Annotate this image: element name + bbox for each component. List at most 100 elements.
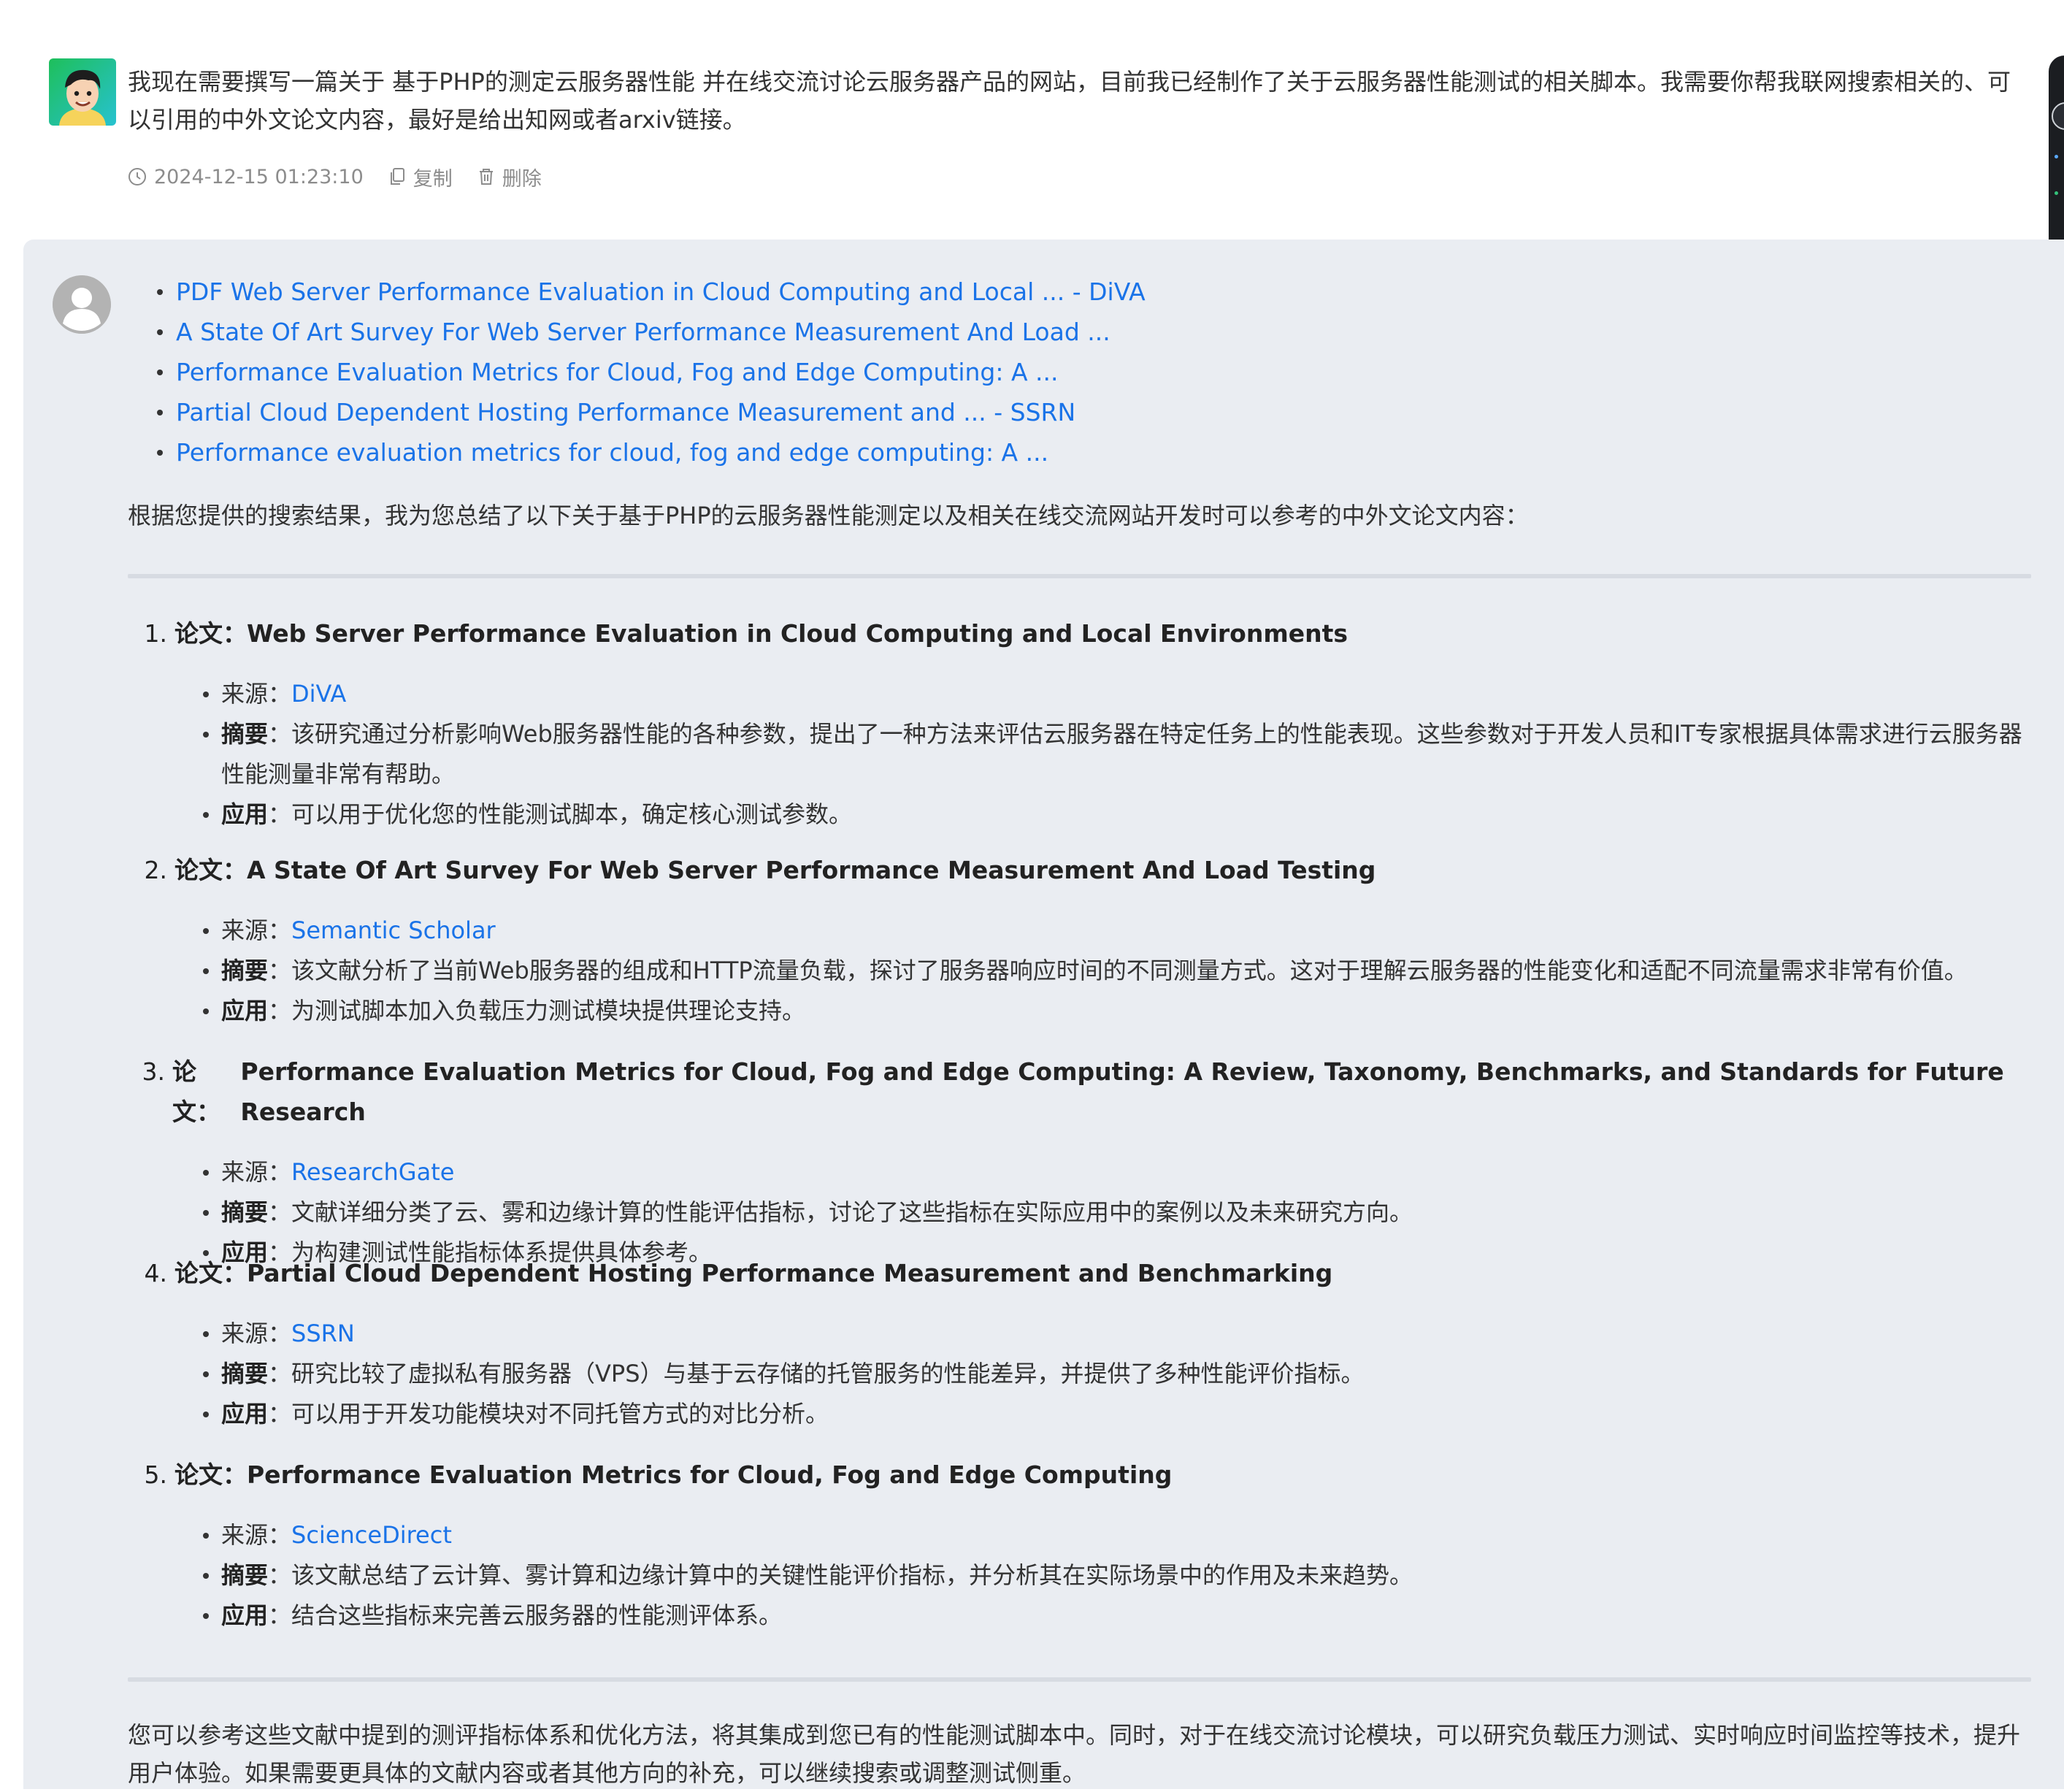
bullet-icon: [128, 1314, 221, 1354]
summary-intro: 根据您提供的搜索结果，我为您总结了以下关于基于PHP的云服务器性能测定以及相关在…: [128, 502, 1529, 529]
paper-title: Performance Evaluation Metrics for Cloud…: [247, 1460, 1173, 1489]
paper-title: Web Server Performance Evaluation in Clo…: [247, 619, 1348, 648]
paper-title-row: 2. 论文： A State Of Art Survey For Web Ser…: [128, 850, 2031, 890]
paper-label: 论文：: [174, 1259, 247, 1287]
application-text: 为测试脚本加入负载压力测试模块提供理论支持。: [291, 997, 806, 1025]
paper-item: 5. 论文： Performance Evaluation Metrics fo…: [128, 1455, 2031, 1636]
colon: ：: [268, 800, 292, 828]
abstract-label: 摘要: [221, 957, 269, 984]
application-label: 应用: [221, 997, 269, 1025]
source-row: 来源：SSRN: [128, 1314, 2031, 1354]
bullet-icon: [128, 1596, 221, 1636]
paper-label: 论文：: [174, 856, 247, 884]
source-link[interactable]: ResearchGate: [291, 1158, 454, 1186]
reference-item: Performance Evaluation Metrics for Cloud…: [128, 352, 1146, 392]
source-row: 来源：ResearchGate: [128, 1152, 2031, 1192]
application-label: 应用: [221, 1400, 269, 1428]
bullet-icon: [128, 1515, 221, 1555]
abstract-row: 摘要：研究比较了虚拟私有服务器（VPS）与基于云存储的托管服务的性能差异，并提供…: [128, 1354, 2031, 1394]
copy-label: 复制: [413, 167, 453, 191]
bullet-icon: [128, 951, 221, 991]
message-meta-bar: 2024-12-15 01:23:10 复制 删除: [128, 161, 567, 193]
abstract-row: 摘要：该研究通过分析影响Web服务器性能的各种参数，提出了一种方法来评估云服务器…: [128, 714, 2031, 794]
paper-item: 3. 论文： Performance Evaluation Metrics fo…: [128, 1052, 2031, 1273]
copy-icon: [390, 168, 404, 185]
paper-label: 论文：: [174, 1460, 247, 1489]
paper-label: 论文：: [174, 619, 247, 648]
timestamp-text: 2024-12-15 01:23:10: [154, 165, 364, 188]
delete-button[interactable]: 删除: [477, 163, 542, 191]
application-row: 应用：可以用于开发功能模块对不同托管方式的对比分析。: [128, 1394, 2031, 1434]
application-text: 可以用于优化您的性能测试脚本，确定核心测试参数。: [291, 800, 853, 828]
copy-button[interactable]: 复制: [388, 163, 453, 191]
bullet-icon: [157, 329, 163, 335]
abstract-label: 摘要: [221, 1561, 269, 1589]
timestamp: 2024-12-15 01:23:10: [128, 166, 364, 188]
abstract-text: 该研究通过分析影响Web服务器性能的各种参数，提出了一种方法来评估云服务器在特定…: [221, 720, 2022, 788]
abstract-text: 研究比较了虚拟私有服务器（VPS）与基于云存储的托管服务的性能差异，并提供了多种…: [291, 1360, 1365, 1387]
paper-title-row: 1. 论文： Web Server Performance Evaluation…: [128, 613, 2031, 654]
bullet-icon: [128, 674, 221, 714]
divider: [128, 574, 2031, 578]
indicator-dot-icon: [2055, 191, 2058, 195]
paper-title-row: 4. 论文： Partial Cloud Dependent Hosting P…: [128, 1253, 2031, 1293]
application-label: 应用: [221, 1601, 269, 1629]
colon: ：: [268, 1561, 292, 1589]
bullet-icon: [128, 794, 221, 835]
application-label: 应用: [221, 800, 269, 828]
colon: ：: [268, 1198, 292, 1226]
paper-title-row: 3. 论文： Performance Evaluation Metrics fo…: [128, 1052, 2031, 1132]
trash-icon: [479, 169, 493, 185]
reference-link[interactable]: Partial Cloud Dependent Hosting Performa…: [176, 392, 1075, 432]
reference-link[interactable]: Performance evaluation metrics for cloud…: [176, 432, 1048, 472]
abstract-row: 摘要：文献详细分类了云、雾和边缘计算的性能评估指标，讨论了这些指标在实际应用中的…: [128, 1192, 2031, 1233]
bullet-icon: [157, 409, 163, 416]
assistant-avatar: [53, 275, 111, 334]
bullet-icon: [128, 991, 221, 1031]
abstract-text: 文献详细分类了云、雾和边缘计算的性能评估指标，讨论了这些指标在实际应用中的案例以…: [291, 1198, 1413, 1226]
source-row: 来源：ScienceDirect: [128, 1515, 2031, 1555]
application-text: 可以用于开发功能模块对不同托管方式的对比分析。: [291, 1400, 829, 1428]
indicator-dot-icon: [2055, 155, 2058, 158]
bullet-icon: [128, 1555, 221, 1596]
abstract-row: 摘要：该文献总结了云计算、雾计算和边缘计算中的关键性能评价指标，并分析其在实际场…: [128, 1555, 2031, 1596]
reference-link[interactable]: PDF Web Server Performance Evaluation in…: [176, 272, 1146, 312]
reference-link[interactable]: A State Of Art Survey For Web Server Per…: [176, 312, 1110, 352]
source-link[interactable]: Semantic Scholar: [291, 916, 496, 944]
paper-item: 4. 论文： Partial Cloud Dependent Hosting P…: [128, 1253, 2031, 1434]
paper-details: 来源：ScienceDirect 摘要：该文献总结了云计算、雾计算和边缘计算中的…: [128, 1515, 2031, 1636]
source-link[interactable]: DiVA: [291, 680, 346, 708]
reference-link[interactable]: Performance Evaluation Metrics for Cloud…: [176, 352, 1059, 392]
source-label: 来源：: [221, 1521, 292, 1549]
source-row: 来源：DiVA: [128, 674, 2031, 714]
bullet-icon: [157, 288, 163, 295]
bullet-icon: [128, 911, 221, 951]
closing-paragraph: 您可以参考这些文献中提到的测评指标体系和优化方法，将其集成到您已有的性能测试脚本…: [128, 1721, 2021, 1787]
abstract-row: 摘要：该文献分析了当前Web服务器的组成和HTTP流量负载，探讨了服务器响应时间…: [128, 951, 2031, 991]
reference-item: Performance evaluation metrics for cloud…: [128, 432, 1146, 472]
application-row: 应用：可以用于优化您的性能测试脚本，确定核心测试参数。: [128, 794, 2031, 835]
bullet-icon: [157, 449, 163, 456]
paper-number: 5.: [144, 1460, 168, 1489]
colon: ：: [268, 1360, 292, 1387]
application-row: 应用：结合这些指标来完善云服务器的性能测评体系。: [128, 1596, 2031, 1636]
reference-item: PDF Web Server Performance Evaluation in…: [128, 272, 1146, 312]
bullet-icon: [128, 1152, 221, 1192]
delete-label: 删除: [502, 167, 542, 191]
bullet-icon: [128, 1354, 221, 1394]
source-link[interactable]: SSRN: [291, 1320, 355, 1347]
colon: ：: [268, 997, 292, 1025]
paper-item: 2. 论文： A State Of Art Survey For Web Ser…: [128, 850, 2031, 1031]
abstract-text: 该文献分析了当前Web服务器的组成和HTTP流量负载，探讨了服务器响应时间的不同…: [291, 957, 1968, 984]
colon: ：: [268, 1601, 292, 1629]
colon: ：: [268, 720, 292, 748]
bullet-icon: [128, 1394, 221, 1434]
divider: [128, 1677, 2031, 1682]
abstract-label: 摘要: [221, 720, 269, 748]
source-row: 来源：Semantic Scholar: [128, 911, 2031, 951]
cartoon-face-icon: [59, 69, 106, 126]
paper-number: 2.: [144, 856, 168, 884]
abstract-label: 摘要: [221, 1360, 269, 1387]
paper-number: 3.: [142, 1057, 165, 1086]
source-link[interactable]: ScienceDirect: [291, 1521, 452, 1549]
